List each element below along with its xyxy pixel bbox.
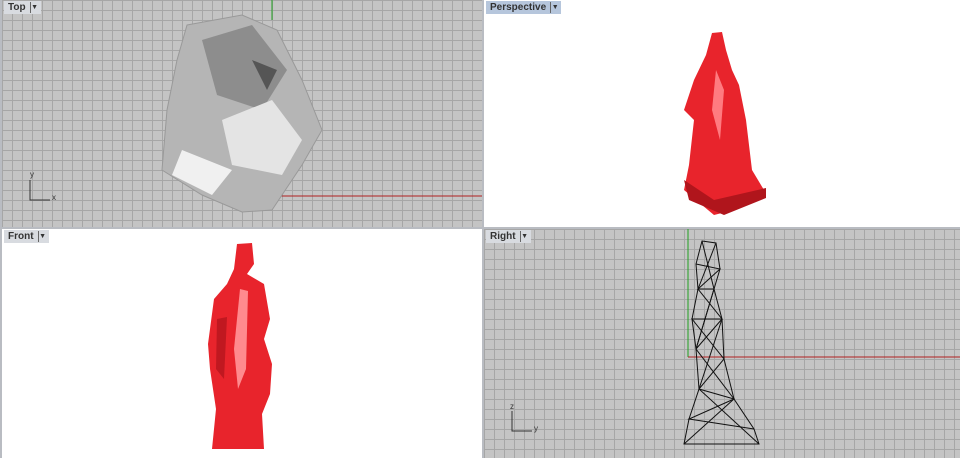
front-model bbox=[208, 243, 272, 449]
viewport-label: Top bbox=[8, 2, 26, 13]
viewport-label: Perspective bbox=[490, 2, 547, 13]
viewport-perspective[interactable]: Perspective ▼ bbox=[484, 0, 960, 227]
perspective-model bbox=[684, 32, 766, 215]
viewport-label: Right bbox=[490, 231, 516, 242]
viewport-label: Front bbox=[8, 231, 34, 242]
axis-gizmo bbox=[29, 180, 50, 201]
chevron-down-icon[interactable]: ▼ bbox=[550, 2, 559, 13]
chevron-down-icon[interactable]: ▼ bbox=[519, 231, 529, 242]
chevron-down-icon[interactable]: ▼ bbox=[37, 231, 47, 242]
axis-label-z: z bbox=[510, 402, 514, 411]
viewport-tab-front[interactable]: Front ▼ bbox=[4, 230, 49, 243]
chevron-down-icon[interactable]: ▼ bbox=[29, 2, 39, 13]
viewport-front[interactable]: Front ▼ bbox=[2, 229, 482, 458]
viewport-tab-right[interactable]: Right ▼ bbox=[486, 230, 531, 243]
right-wireframe-model bbox=[511, 229, 960, 445]
viewport-top[interactable]: Top ▼ y x bbox=[2, 0, 482, 227]
viewport-right[interactable]: Right ▼ z y bbox=[484, 229, 960, 458]
viewport-tab-top[interactable]: Top ▼ bbox=[4, 1, 41, 14]
top-view-model bbox=[161, 0, 482, 213]
axis-label-y: y bbox=[534, 424, 538, 433]
viewport-tab-perspective[interactable]: Perspective ▼ bbox=[486, 1, 562, 14]
